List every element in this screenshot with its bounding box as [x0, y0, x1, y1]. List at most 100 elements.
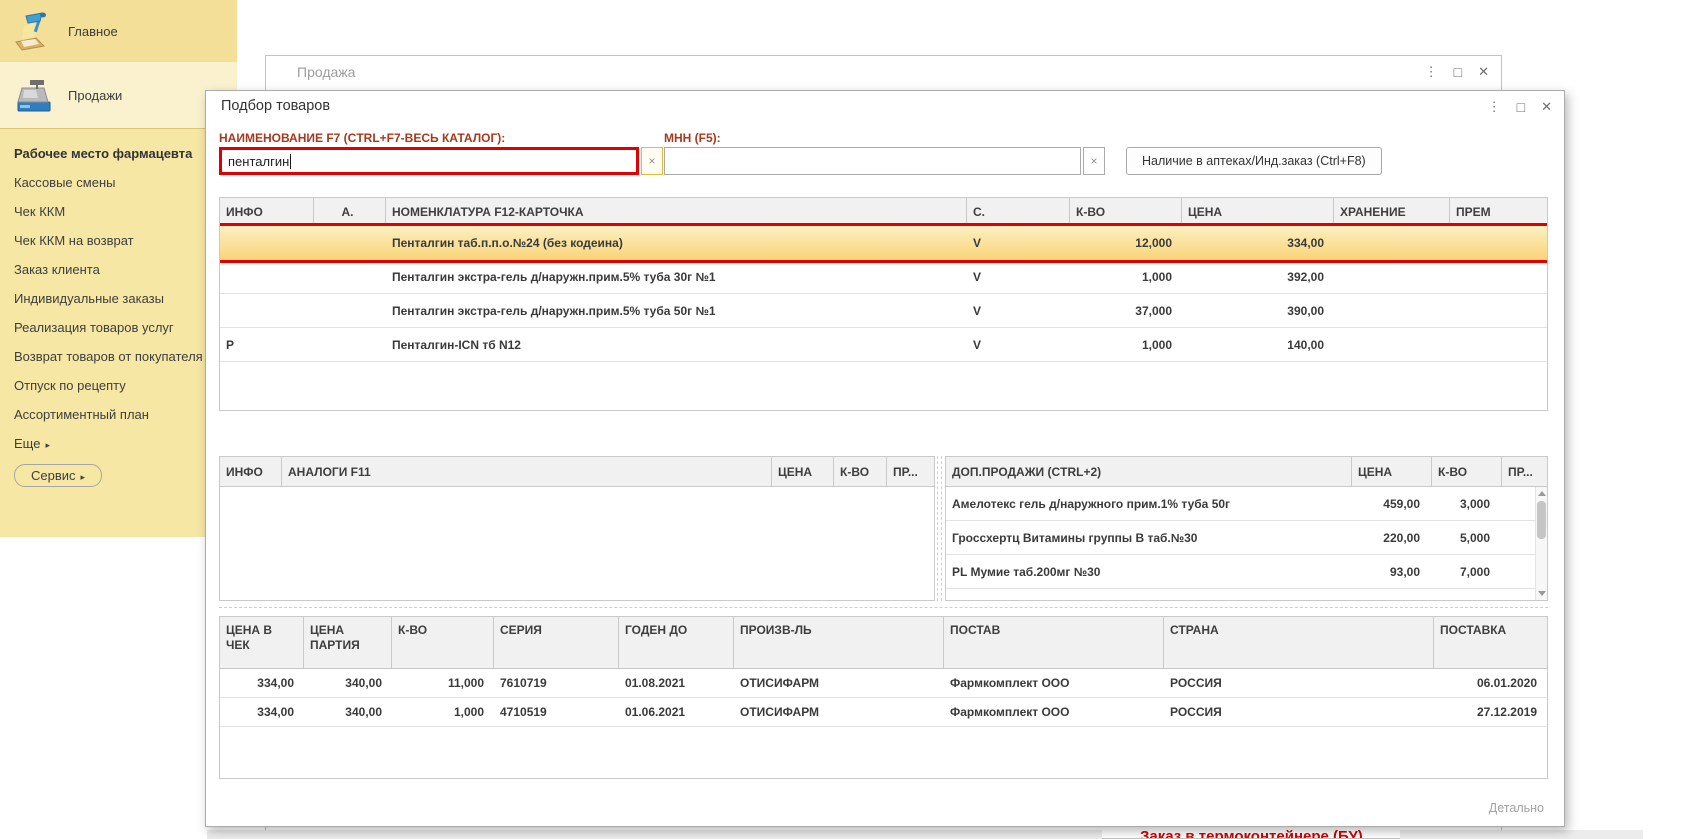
column-header[interactable]: ЦЕНА [772, 457, 834, 486]
column-header[interactable]: ИНФО [220, 198, 314, 225]
dialog-controls: ⋮ □ ✕ [1488, 98, 1552, 116]
menu-dots-icon[interactable]: ⋮ [1488, 98, 1501, 116]
sidebar-item-cash-shifts[interactable]: Кассовые смены [0, 168, 237, 197]
table-row[interactable]: PL Мумие таб.200мг №3093,007,000 [946, 555, 1547, 589]
table-cell: ОТИСИФАРМ [734, 698, 944, 726]
table-row[interactable]: 334,00340,0011,000761071901.08.2021ОТИСИ… [220, 669, 1547, 698]
column-header[interactable]: ГОДЕН ДО [619, 617, 734, 668]
close-icon[interactable]: ✕ [1478, 63, 1489, 81]
column-header[interactable]: ПРЕМ [1450, 198, 1547, 225]
menu-dots-icon[interactable]: ⋮ [1425, 63, 1438, 81]
table-cell [314, 260, 386, 293]
table-cell: Р [220, 328, 314, 361]
sidebar-item-individual-orders[interactable]: Индивидуальные заказы [0, 284, 237, 313]
scroll-up-icon[interactable] [1538, 491, 1546, 496]
sidebar-item-client-order[interactable]: Заказ клиента [0, 255, 237, 284]
table-cell: 12,000 [1070, 226, 1182, 260]
column-header[interactable]: ПР... [887, 457, 934, 486]
chevron-right-icon: ▸ [45, 440, 50, 450]
sidebar-section-main[interactable]: Главное [0, 0, 237, 62]
table-row[interactable]: 334,00340,001,000471051901.06.2021ОТИСИФ… [220, 698, 1547, 727]
table-cell: 7,000 [1432, 555, 1502, 588]
table-row[interactable]: Амелотекс гель д/наружного прим.1% туба … [946, 487, 1547, 521]
detail-link[interactable]: Детально [1489, 801, 1544, 815]
sidebar-item-kkm-receipt[interactable]: Чек ККМ [0, 197, 237, 226]
text-caret [290, 154, 291, 169]
close-icon[interactable]: ✕ [1541, 98, 1552, 116]
table-row[interactable]: Пенталгин экстра-гель д/наружн.прим.5% т… [220, 260, 1547, 294]
column-header[interactable]: НОМЕНКЛАТУРА F12-КАРТОЧКА [386, 198, 967, 225]
table-cell: 220,00 [1352, 521, 1432, 554]
table-cell [220, 294, 314, 327]
column-header[interactable]: ЦЕНА [1182, 198, 1334, 225]
column-header[interactable]: ПОСТАВКА [1434, 617, 1547, 668]
table-row[interactable]: Гроссхертц Витамины группы В таб.№30220,… [946, 521, 1547, 555]
column-header[interactable]: ХРАНЕНИЕ [1334, 198, 1450, 225]
column-header[interactable]: ИНФО [220, 457, 282, 486]
scrollbar-thumb[interactable] [1537, 501, 1546, 539]
sidebar-item-returns-from-buyer[interactable]: Возврат товаров от покупателя [0, 342, 237, 371]
table-cell: 27.12.2019 [1434, 698, 1547, 726]
column-header[interactable]: АНАЛОГИ F11 [282, 457, 772, 486]
clipped-red-text: Заказ в термоконтейнере (БУ) [1140, 828, 1440, 838]
search-label: НАИМЕНОВАНИЕ F7 (CTRL+F7-ВЕСЬ КАТАЛОГ): [219, 131, 505, 145]
table-cell: 5,000 [1432, 521, 1502, 554]
column-header[interactable]: СТРАНА [1164, 617, 1434, 668]
table-cell [314, 328, 386, 361]
analogs-table: ИНФО АНАЛОГИ F11 ЦЕНА К-ВО ПР... [219, 456, 935, 601]
table-row[interactable]: Пенталгин экстра-гель д/наружн.прим.5% т… [220, 294, 1547, 328]
scroll-down-icon[interactable] [1538, 591, 1546, 596]
maximize-icon[interactable]: □ [1454, 63, 1462, 81]
table-cell: 06.01.2020 [1434, 669, 1547, 697]
table-cell: Фармкомплект ООО [944, 669, 1164, 697]
mnn-input[interactable] [664, 147, 1081, 175]
sidebar-item-more[interactable]: Еще▸ [0, 429, 237, 458]
column-header[interactable]: А. [314, 198, 386, 225]
table-cell: 01.08.2021 [619, 669, 734, 697]
search-input[interactable]: пенталгин [219, 147, 639, 175]
column-header[interactable]: ПР... [1502, 457, 1547, 486]
availability-button[interactable]: Наличие в аптеках/Инд.заказ (Ctrl+F8) [1126, 147, 1382, 175]
table-row[interactable]: Пенталгин таб.п.п.о.№24 (без кодеина)V12… [220, 226, 1547, 260]
batches-table: ЦЕНА В ЧЕК ЦЕНА ПАРТИЯ К-ВО СЕРИЯ ГОДЕН … [219, 616, 1548, 779]
table-row[interactable]: РПенталгин-ICN тб N12V1,000140,00 [220, 328, 1547, 362]
column-header[interactable]: ЦЕНА [1352, 457, 1432, 486]
sidebar-section-sales[interactable]: Продажи [0, 62, 237, 128]
column-header[interactable]: ПРОИЗВ-ЛЬ [734, 617, 944, 668]
column-header[interactable]: С. [967, 198, 1070, 225]
column-header[interactable]: ЦЕНА В ЧЕК [220, 617, 304, 668]
horizontal-splitter[interactable] [219, 607, 1548, 608]
search-clear-button[interactable]: × [641, 147, 663, 175]
table-cell: PL Пассиплант капс №40 [946, 589, 1352, 601]
sidebar-item-pharmacist-workplace[interactable]: Рабочее место фармацевта [0, 139, 237, 168]
vertical-splitter[interactable] [937, 456, 942, 601]
table-cell: 390,00 [1182, 294, 1334, 327]
sidebar-item-kkm-return[interactable]: Чек ККМ на возврат [0, 226, 237, 255]
column-header[interactable]: ПОСТАВ [944, 617, 1164, 668]
sidebar-item-prescription-dispense[interactable]: Отпуск по рецепту [0, 371, 237, 400]
column-header[interactable]: К-ВО [1432, 457, 1502, 486]
vertical-scrollbar[interactable] [1535, 487, 1547, 600]
analogs-table-header: ИНФО АНАЛОГИ F11 ЦЕНА К-ВО ПР... [220, 457, 934, 487]
sidebar-item-assortment-plan[interactable]: Ассортиментный план [0, 400, 237, 429]
column-header[interactable]: ЦЕНА ПАРТИЯ [304, 617, 392, 668]
maximize-icon[interactable]: □ [1517, 98, 1525, 116]
table-cell [1450, 226, 1547, 260]
table-cell: 340,00 [304, 698, 392, 726]
chevron-right-icon: ▸ [81, 472, 86, 482]
table-cell: 1,000 [1070, 328, 1182, 361]
column-header[interactable]: СЕРИЯ [494, 617, 619, 668]
column-header[interactable]: К-ВО [392, 617, 494, 668]
table-cell: 1,000 [392, 698, 494, 726]
table-cell: 7610719 [494, 669, 619, 697]
mnn-clear-button[interactable]: × [1083, 147, 1105, 175]
column-header[interactable]: К-ВО [834, 457, 887, 486]
table-cell [1450, 260, 1547, 293]
dialog-title: Подбор товаров [221, 98, 330, 114]
column-header[interactable]: К-ВО [1070, 198, 1182, 225]
table-row[interactable]: PL Пассиплант капс №40379,006,000 [946, 589, 1547, 601]
sidebar-item-sales-of-services[interactable]: Реализация товаров услуг [0, 313, 237, 342]
column-header[interactable]: ДОП.ПРОДАЖИ (CTRL+2) [946, 457, 1352, 486]
service-button[interactable]: Сервис▸ [14, 464, 102, 487]
search-input-value: пенталгин [228, 154, 289, 169]
